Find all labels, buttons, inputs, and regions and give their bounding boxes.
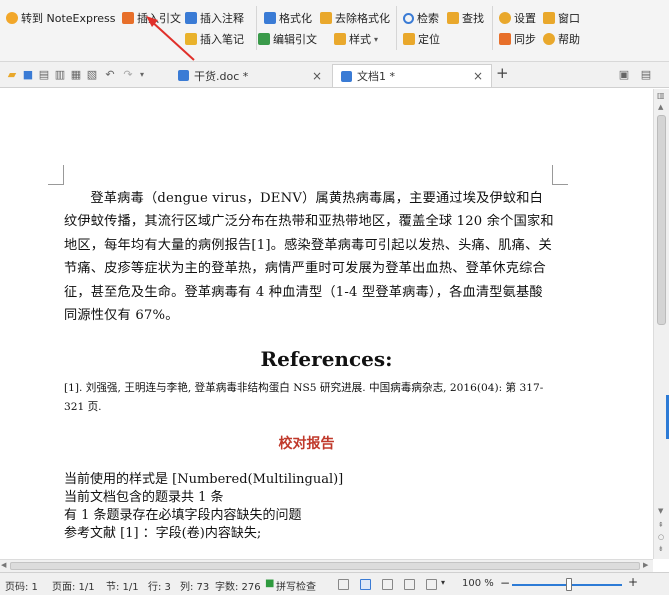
document-canvas[interactable]: 登革病毒（dengue virus，DENV）属黄热病毒属，主要通过埃及伊蚊和白…	[0, 89, 653, 559]
tab-document-1[interactable]: 文档1 * ×	[332, 64, 492, 87]
view-dropdown-icon[interactable]: ▾	[441, 578, 445, 587]
crop-mark	[48, 165, 64, 185]
word-doc-icon	[178, 70, 189, 81]
style-dropdown[interactable]: 样式 ▾	[334, 30, 378, 48]
zoom-out-icon[interactable]: −	[500, 576, 510, 590]
tab-list-icon[interactable]: ▣	[618, 69, 630, 81]
quick-access-dropdown-icon[interactable]: ▾	[136, 69, 148, 81]
next-page-icon[interactable]: ⇟	[658, 545, 664, 553]
document-tab-bar: ▰ ■ ▤ ▥ ▦ ▧ ↶ ↷ ▾ 干货.doc * × 文档1 * × + ▣…	[0, 62, 669, 88]
redo-icon[interactable]: ↷	[122, 69, 134, 81]
print-layout-icon[interactable]	[360, 579, 371, 590]
locate-icon	[403, 33, 415, 45]
body-paragraph: 登革病毒（dengue virus，DENV）属黄热病毒属，主要通过埃及伊蚊和白…	[64, 191, 554, 324]
vertical-scrollbar[interactable]: ▥ ▲ ▼ ⇞ ○ ⇟	[653, 89, 669, 559]
ruler-toggle-icon[interactable]: ▥	[657, 91, 665, 100]
close-icon[interactable]: ×	[473, 69, 483, 83]
window-icon	[543, 12, 555, 24]
status-spellcheck[interactable]: 拼写检查	[276, 578, 316, 593]
insert-note-button[interactable]: 插入注释	[185, 9, 244, 27]
remove-format-icon	[320, 12, 332, 24]
open-folder-icon[interactable]: ▰	[6, 69, 18, 81]
reading-view-icon[interactable]	[338, 579, 349, 590]
report-line-reference: 参考文献 [1] ：字段(卷)内容缺失;	[64, 526, 262, 541]
outline-view-icon[interactable]	[404, 579, 415, 590]
eye-protect-icon[interactable]	[426, 579, 437, 590]
insert-citation-button[interactable]: 插入引文	[122, 9, 181, 27]
web-layout-icon[interactable]	[382, 579, 393, 590]
status-bar: 页码: 1 页面: 1/1 节: 1/1 行: 3 列: 73 字数: 276 …	[0, 572, 669, 595]
find-icon	[447, 12, 459, 24]
sync-icon	[499, 33, 511, 45]
undo-icon[interactable]: ↶	[104, 69, 116, 81]
ribbon-separator	[492, 6, 493, 50]
gear-icon	[499, 12, 511, 24]
notexpress-icon	[6, 12, 18, 24]
edit-citation-button[interactable]: 编辑引文	[258, 30, 317, 48]
close-icon[interactable]: ×	[312, 69, 322, 83]
search-icon	[403, 12, 414, 24]
style-icon	[334, 33, 346, 45]
select-browse-object-icon[interactable]: ○	[658, 533, 664, 541]
spellcheck-icon[interactable]: ▧	[86, 69, 98, 81]
insert-bibnote-button[interactable]: 插入笔记	[185, 30, 244, 48]
find-button[interactable]: 查找	[447, 9, 484, 27]
report-line-missing: 有 1 条题录存在必填字段内容缺失的问题	[64, 508, 302, 523]
report-line-style: 当前使用的样式是 [Numbered(Multilingual)]	[64, 472, 344, 487]
locate-button[interactable]: 定位	[403, 30, 440, 48]
ribbon-toolbar: 转到 NoteExpress 插入引文 插入注释 插入笔记 格式化 去除格式化 …	[0, 0, 669, 62]
insert-note-icon	[185, 12, 197, 24]
status-section[interactable]: 节: 1/1	[106, 578, 139, 593]
chevron-down-icon: ▾	[374, 34, 379, 44]
insert-citation-icon	[122, 12, 134, 24]
status-wordcount[interactable]: 字数: 276	[215, 578, 261, 593]
spellcheck-status-icon: ■	[265, 578, 275, 589]
tab-options-icon[interactable]: ▤	[640, 69, 652, 81]
tab-ganhuo-doc[interactable]: 干货.doc * ×	[170, 64, 330, 87]
ribbon-separator	[396, 6, 397, 50]
scroll-right-arrow-icon[interactable]: ▶	[643, 561, 648, 569]
zoom-slider-handle[interactable]	[566, 578, 572, 591]
save-icon[interactable]: ■	[22, 69, 34, 81]
zoom-in-icon[interactable]: +	[628, 575, 638, 589]
print-icon[interactable]: ▥	[54, 69, 66, 81]
remove-format-button[interactable]: 去除格式化	[320, 9, 390, 27]
pencil-icon	[185, 33, 197, 45]
scroll-up-arrow-icon[interactable]: ▲	[658, 103, 663, 111]
previous-page-icon[interactable]: ⇞	[658, 521, 664, 529]
export-pdf-icon[interactable]: ▤	[38, 69, 50, 81]
help-icon	[543, 33, 555, 45]
search-button[interactable]: 检索	[403, 9, 439, 27]
references-heading: References:	[260, 347, 393, 371]
zoom-level[interactable]: 100 %	[462, 578, 494, 589]
vertical-scroll-thumb[interactable]	[657, 115, 666, 325]
word-doc-icon	[341, 70, 352, 82]
goto-notexpress-button[interactable]: 转到 NoteExpress	[6, 9, 116, 27]
print-preview-icon[interactable]: ▦	[70, 69, 82, 81]
proofreading-report-heading: 校对报告	[278, 436, 335, 452]
scroll-down-arrow-icon[interactable]: ▼	[658, 507, 663, 515]
settings-button[interactable]: 设置	[499, 9, 536, 27]
sync-button[interactable]: 同步	[499, 30, 536, 48]
horizontal-scrollbar[interactable]: ◀ ▶	[0, 559, 653, 572]
report-line-count: 当前文档包含的题录共 1 条	[64, 490, 224, 505]
format-icon	[264, 12, 276, 24]
status-column[interactable]: 列: 73	[180, 578, 209, 593]
window-button[interactable]: 窗口	[543, 9, 580, 27]
help-button[interactable]: 帮助	[543, 30, 580, 48]
status-page[interactable]: 页码: 1	[5, 578, 38, 593]
status-row[interactable]: 行: 3	[148, 578, 171, 593]
crop-mark	[552, 165, 568, 185]
new-tab-plus-icon[interactable]: +	[496, 66, 509, 81]
ribbon-separator	[256, 6, 257, 50]
format-button[interactable]: 格式化	[264, 9, 312, 27]
reference-entry: [1]. 刘强强, 王明连与李艳, 登革病毒非结构蛋白 NS5 研究进展. 中国…	[64, 382, 544, 413]
edit-citation-icon	[258, 33, 270, 45]
scroll-left-arrow-icon[interactable]: ◀	[1, 561, 6, 569]
horizontal-scroll-thumb[interactable]	[10, 562, 640, 570]
status-pages[interactable]: 页面: 1/1	[52, 578, 95, 593]
